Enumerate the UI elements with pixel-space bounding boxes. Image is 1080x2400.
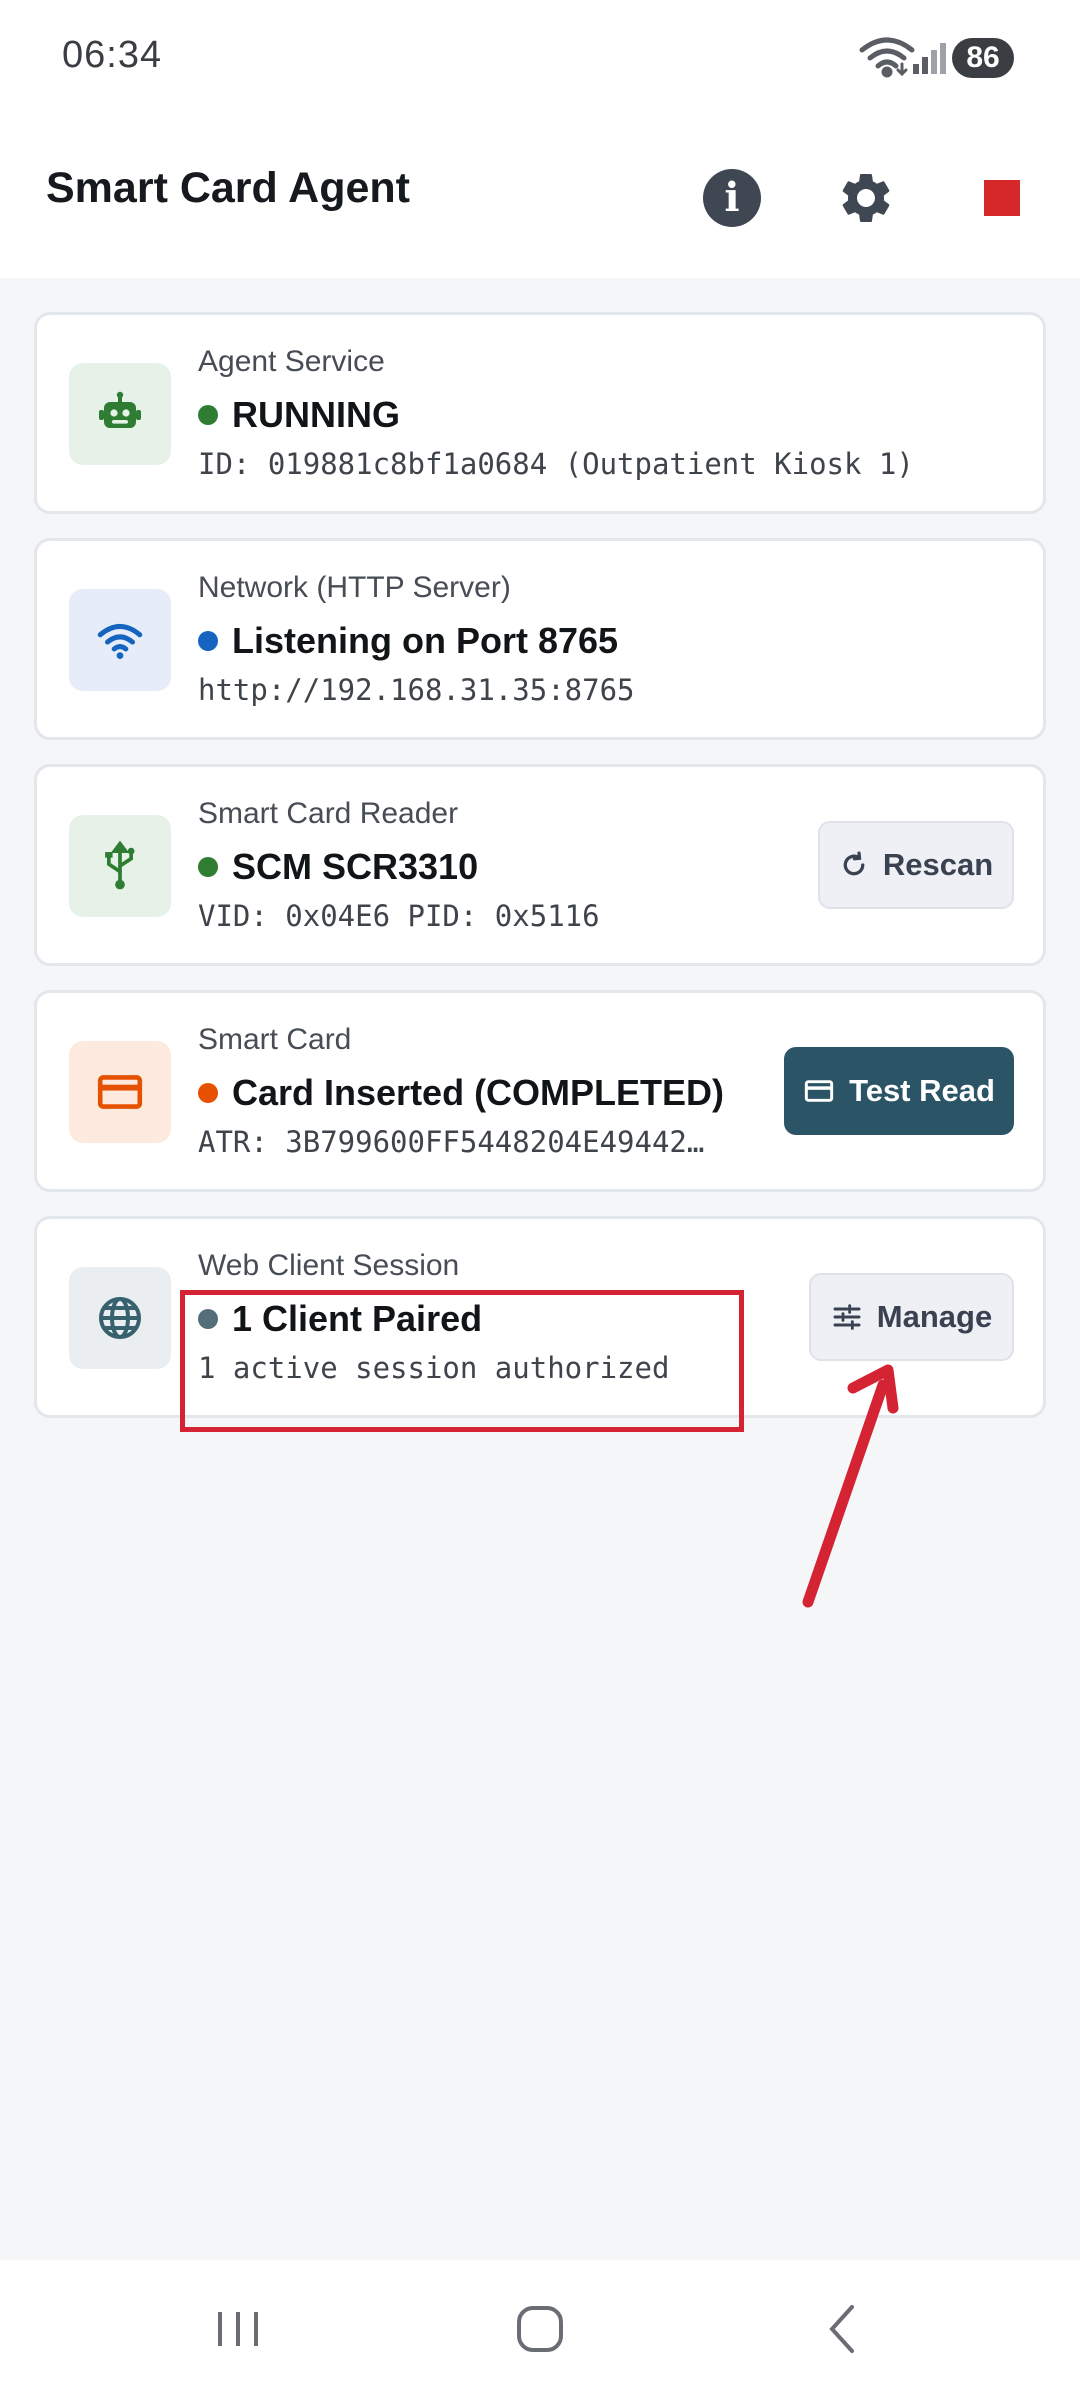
card-label: Smart Card Reader [198, 797, 459, 830]
stop-button[interactable] [958, 154, 1046, 242]
robot-icon [69, 363, 171, 465]
wifi-signal-icon [859, 37, 915, 78]
home-icon [517, 2306, 563, 2352]
back-button[interactable] [783, 2284, 903, 2374]
recent-apps-button[interactable] [178, 2284, 298, 2374]
card-label: Web Client Session [198, 1249, 460, 1282]
app-bar: Smart Card Agent i [0, 118, 1080, 278]
highlight-annotation-box [180, 1290, 744, 1432]
credit-card-icon [803, 1075, 835, 1107]
card-reader-card: Smart Card Reader SCM SCR3310 VID: 0x04E… [34, 764, 1046, 966]
manage-label: Manage [876, 1299, 993, 1334]
status-line: Listening on Port 8765 [198, 619, 618, 663]
info-icon: i [703, 169, 761, 227]
wifi-icon [69, 589, 171, 691]
rescan-button[interactable]: Rescan [818, 821, 1014, 909]
status-dot [198, 405, 218, 425]
test-read-button[interactable]: Test Read [784, 1047, 1014, 1135]
status-bar: 06:34 86 [0, 0, 1080, 118]
status-line: RUNNING [198, 393, 400, 437]
card-label: Network (HTTP Server) [198, 571, 511, 604]
tune-icon [831, 1301, 863, 1333]
home-button[interactable] [480, 2284, 600, 2374]
status-line: Card Inserted (COMPLETED) [198, 1071, 724, 1115]
status-line: SCM SCR3310 [198, 845, 478, 889]
card-label: Smart Card [198, 1023, 352, 1056]
card-label: Agent Service [198, 345, 385, 378]
test-read-label: Test Read [849, 1073, 995, 1108]
status-text: Card Inserted (COMPLETED) [232, 1072, 725, 1113]
cellular-signal-icon [913, 43, 946, 74]
status-dot [198, 631, 218, 651]
status-dot [198, 857, 218, 877]
rescan-label: Rescan [882, 847, 994, 882]
network-card: Network (HTTP Server) Listening on Port … [34, 538, 1046, 740]
back-icon [829, 2305, 854, 2353]
globe-icon [69, 1267, 171, 1369]
recent-apps-icon [218, 2312, 258, 2346]
settings-button[interactable] [822, 154, 910, 242]
smart-card-card: Smart Card Card Inserted (COMPLETED) ATR… [34, 990, 1046, 1192]
status-icons [859, 37, 946, 78]
manage-button[interactable]: Manage [809, 1273, 1014, 1361]
app-title: Smart Card Agent [46, 164, 410, 212]
usb-icon [69, 815, 171, 917]
status-text: SCM SCR3310 [232, 846, 479, 887]
refresh-icon [839, 850, 869, 880]
gear-icon [842, 174, 890, 222]
stop-icon [984, 180, 1020, 216]
battery-indicator: 86 [952, 38, 1014, 78]
navigation-bar [0, 2260, 1080, 2400]
card-detail: VID: 0x04E6 PID: 0x5116 [198, 899, 600, 933]
credit-card-icon [69, 1041, 171, 1143]
status-text: RUNNING [232, 394, 400, 435]
card-detail: ATR: 3B799600FF5448204E49442… [198, 1125, 705, 1159]
status-text: Listening on Port 8765 [232, 620, 619, 661]
card-detail: ID: 019881c8bf1a0684 (Outpatient Kiosk 1… [198, 447, 914, 481]
info-button[interactable]: i [688, 154, 776, 242]
agent-service-card: Agent Service RUNNING ID: 019881c8bf1a06… [34, 312, 1046, 514]
status-dot [198, 1083, 218, 1103]
card-detail: http://192.168.31.35:8765 [198, 673, 635, 707]
